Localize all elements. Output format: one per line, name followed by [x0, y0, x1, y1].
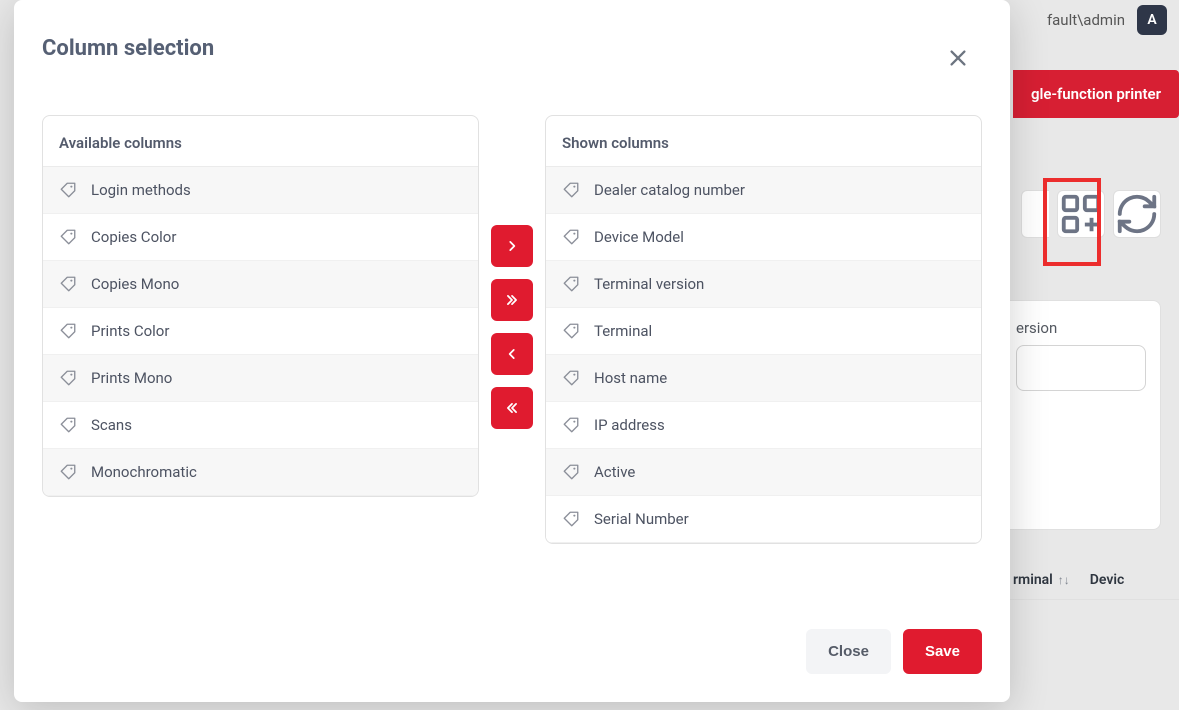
tag-icon: [59, 463, 77, 481]
tag-icon: [59, 275, 77, 293]
column-item[interactable]: Copies Mono: [43, 261, 478, 308]
shown-columns-card: Shown columns Dealer catalog number Devic…: [545, 115, 982, 544]
tag-icon: [562, 228, 580, 246]
tag-icon: [562, 510, 580, 528]
column-item[interactable]: IP address: [546, 402, 981, 449]
column-item-label: Active: [594, 463, 635, 481]
column-item-label: Host name: [594, 369, 667, 387]
available-list: Login methods Copies Color Copies Mono Prin…: [43, 167, 478, 496]
column-item[interactable]: Terminal: [546, 308, 981, 355]
column-item-label: Prints Color: [91, 322, 169, 340]
column-item-label: Dealer catalog number: [594, 181, 745, 199]
column-item[interactable]: Terminal version: [546, 261, 981, 308]
column-item-label: Copies Mono: [91, 275, 179, 293]
columns-area: Available columns Login methods Copies Co…: [42, 115, 982, 544]
tag-icon: [59, 322, 77, 340]
column-selection-modal: Column selection Available columns Login…: [14, 0, 1010, 702]
column-item-label: Serial Number: [594, 510, 689, 528]
available-header: Available columns: [43, 116, 478, 167]
column-item-label: Device Model: [594, 228, 684, 246]
tag-icon: [59, 228, 77, 246]
move-right-button[interactable]: [491, 225, 533, 267]
column-item[interactable]: Active: [546, 449, 981, 496]
column-item-label: Copies Color: [91, 228, 176, 246]
tag-icon: [59, 369, 77, 387]
move-all-left-button[interactable]: [491, 387, 533, 429]
chevron-right-icon: [505, 239, 519, 253]
close-icon: [947, 47, 969, 69]
tag-icon: [562, 275, 580, 293]
tag-icon: [562, 322, 580, 340]
column-item[interactable]: Prints Mono: [43, 355, 478, 402]
tag-icon: [59, 416, 77, 434]
double-chevron-right-icon: [505, 293, 519, 307]
shown-header: Shown columns: [546, 116, 981, 167]
transfer-buttons: [491, 115, 533, 429]
save-button[interactable]: Save: [903, 629, 982, 674]
column-item[interactable]: Dealer catalog number: [546, 167, 981, 214]
close-footer-button[interactable]: Close: [806, 629, 891, 674]
column-item[interactable]: Scans: [43, 402, 478, 449]
modal-footer: Close Save: [42, 613, 982, 674]
column-item[interactable]: Serial Number: [546, 496, 981, 543]
column-item[interactable]: Host name: [546, 355, 981, 402]
tag-icon: [562, 416, 580, 434]
column-item[interactable]: Copies Color: [43, 214, 478, 261]
available-columns-card: Available columns Login methods Copies Co…: [42, 115, 479, 497]
column-item-label: Terminal version: [594, 275, 704, 293]
double-chevron-left-icon: [505, 401, 519, 415]
tag-icon: [562, 181, 580, 199]
move-left-button[interactable]: [491, 333, 533, 375]
modal-title: Column selection: [42, 36, 982, 61]
column-item[interactable]: Prints Color: [43, 308, 478, 355]
column-item-label: Prints Mono: [91, 369, 172, 387]
tag-icon: [59, 181, 77, 199]
column-item-label: Terminal: [594, 322, 652, 340]
close-button[interactable]: [944, 44, 972, 72]
modal-backdrop: Column selection Available columns Login…: [0, 0, 1179, 710]
shown-list: Dealer catalog number Device Model Termina…: [546, 167, 981, 543]
column-item[interactable]: Login methods: [43, 167, 478, 214]
column-item-label: Monochromatic: [91, 463, 197, 481]
column-item[interactable]: Monochromatic: [43, 449, 478, 496]
column-item-label: Scans: [91, 416, 132, 434]
column-item-label: IP address: [594, 416, 665, 434]
chevron-left-icon: [505, 347, 519, 361]
column-item-label: Login methods: [91, 181, 191, 199]
move-all-right-button[interactable]: [491, 279, 533, 321]
tag-icon: [562, 369, 580, 387]
column-item[interactable]: Device Model: [546, 214, 981, 261]
tag-icon: [562, 463, 580, 481]
